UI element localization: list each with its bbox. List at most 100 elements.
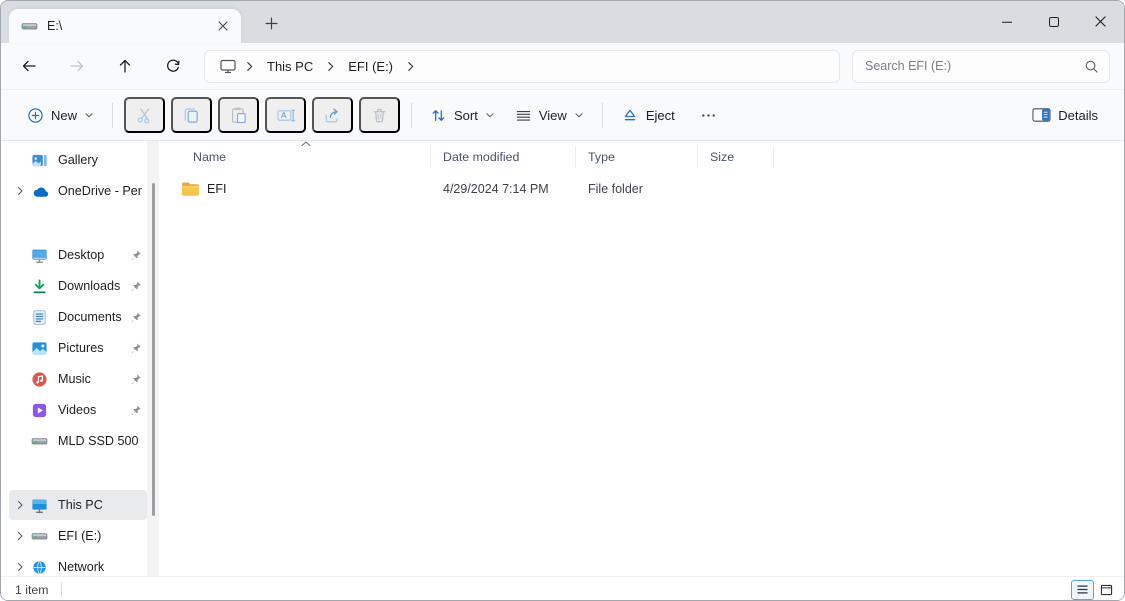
command-toolbar: New Sort View Eject Details [1, 89, 1124, 141]
sidebar-item-desktop[interactable]: Desktop [9, 240, 147, 270]
sidebar-section-gap [1, 207, 161, 239]
minimize-button[interactable] [983, 1, 1030, 42]
paste-button[interactable] [218, 97, 259, 133]
sidebar-scrollbar-thumb[interactable] [152, 183, 155, 516]
pin-icon [130, 342, 142, 354]
file-row-efi[interactable]: EFI 4/29/2024 7:14 PMFile folder [161, 175, 1124, 203]
copy-button[interactable] [171, 97, 212, 133]
videos-icon [31, 401, 50, 419]
column-header-date-modified[interactable]: Date modified [431, 146, 576, 168]
music-icon [31, 370, 50, 388]
gallery-icon [31, 151, 50, 169]
tab-label: E:\ [47, 19, 211, 33]
share-button[interactable] [312, 97, 353, 133]
address-bar[interactable]: This PC EFI (E:) [204, 50, 840, 83]
chevron-right-icon[interactable] [9, 531, 31, 541]
sidebar-section-gap [1, 457, 161, 489]
desktop-icon [31, 246, 50, 264]
pictures-icon [31, 339, 50, 357]
chevron-right-icon[interactable] [9, 562, 31, 572]
large-icons-view-toggle[interactable] [1095, 580, 1118, 600]
delete-button[interactable] [359, 97, 400, 133]
sidebar-item-documents[interactable]: Documents [9, 302, 147, 332]
eject-button[interactable]: Eject [611, 97, 685, 133]
chevron-right-icon[interactable] [9, 186, 31, 196]
new-button[interactable]: New [17, 97, 104, 133]
sidebar-item-music[interactable]: Music [9, 364, 147, 394]
cut-button[interactable] [124, 97, 165, 133]
main-area: Gallery OneDrive - Pers DesktopDownloads Do… [1, 141, 1124, 601]
file-explorer-window: E:\ This PC EFI (E:) New [0, 0, 1125, 601]
paste-icon [229, 106, 248, 125]
toolbar-separator [411, 103, 412, 128]
status-separator [61, 583, 62, 596]
search-icon [1084, 59, 1099, 74]
sort-button[interactable]: Sort [420, 97, 505, 133]
item-count: 1 item [15, 583, 49, 597]
status-bar: 1 item [1, 576, 1124, 601]
sidebar-item-label: Music [58, 372, 127, 386]
sidebar-item-efi-e[interactable]: EFI (E:) [9, 521, 147, 551]
monitor-icon [219, 57, 237, 75]
sidebar-item-onedrive-pers[interactable]: OneDrive - Pers [9, 176, 147, 206]
back-button[interactable] [12, 50, 46, 82]
sidebar-item-videos[interactable]: Videos [9, 395, 147, 425]
column-header-type[interactable]: Type [576, 146, 698, 168]
breadcrumb-chevron-icon[interactable] [323, 59, 338, 74]
sidebar-item-mld-ssd-500-ge[interactable]: MLD SSD 500 GE [9, 426, 147, 456]
tab-close-icon[interactable] [211, 14, 235, 38]
documents-icon [31, 308, 50, 326]
column-header-name[interactable]: Name [181, 146, 431, 168]
search-input[interactable] [863, 58, 1078, 74]
breadcrumb-chevron-icon[interactable] [403, 59, 418, 74]
close-button[interactable] [1077, 1, 1124, 42]
file-date-modified: 4/29/2024 7:14 PM [431, 182, 576, 196]
pin-icon [130, 280, 142, 292]
sidebar-item-label: Documents [58, 310, 127, 324]
details-panel-icon [1032, 107, 1051, 123]
drive-icon [31, 432, 50, 450]
view-button-label: View [539, 108, 567, 123]
rename-button[interactable] [265, 97, 306, 133]
navigation-bar: This PC EFI (E:) [1, 43, 1124, 89]
sidebar-item-pictures[interactable]: Pictures [9, 333, 147, 363]
sidebar-item-label: Pictures [58, 341, 127, 355]
sidebar-item-label: EFI (E:) [58, 529, 142, 543]
details-pane-button[interactable]: Details [1022, 97, 1108, 133]
column-header-label: Date modified [443, 150, 519, 164]
column-header-size[interactable]: Size [698, 146, 774, 168]
more-options-button[interactable] [688, 97, 729, 133]
sidebar-item-gallery[interactable]: Gallery [9, 145, 147, 175]
file-name-label: EFI [207, 182, 226, 196]
breadcrumb-item-efi-e[interactable]: EFI (E:) [339, 55, 402, 78]
chevron-right-icon[interactable] [9, 500, 31, 510]
pin-icon [130, 311, 142, 323]
sidebar-item-label: MLD SSD 500 GE [58, 434, 142, 448]
new-tab-button[interactable] [259, 11, 283, 35]
new-button-label: New [51, 108, 77, 123]
view-button[interactable]: View [505, 97, 594, 133]
details-view-toggle[interactable] [1071, 580, 1094, 600]
pin-icon [130, 404, 142, 416]
sidebar-item-this-pc[interactable]: This PC [9, 490, 147, 520]
sidebar-item-label: Gallery [58, 153, 142, 167]
tab-efi-drive[interactable]: E:\ [9, 9, 241, 43]
details-button-label: Details [1058, 108, 1098, 123]
column-header-label: Type [588, 150, 615, 164]
titlebar: E:\ [1, 1, 1124, 43]
chevron-down-icon [84, 110, 94, 120]
file-name-cell: EFI [181, 181, 431, 197]
sort-ascending-icon [300, 140, 311, 148]
eject-icon [621, 106, 639, 124]
maximize-button[interactable] [1030, 1, 1077, 42]
breadcrumb-chevron-icon[interactable] [242, 59, 257, 74]
up-button[interactable] [108, 50, 142, 82]
column-header-label: Name [193, 150, 226, 164]
forward-button[interactable] [60, 50, 94, 82]
refresh-button[interactable] [156, 50, 190, 82]
rename-icon [276, 106, 296, 125]
breadcrumb-item-this-pc[interactable]: This PC [258, 55, 322, 78]
drive-icon [31, 527, 50, 545]
file-type: File folder [576, 182, 698, 196]
sidebar-item-downloads[interactable]: Downloads [9, 271, 147, 301]
